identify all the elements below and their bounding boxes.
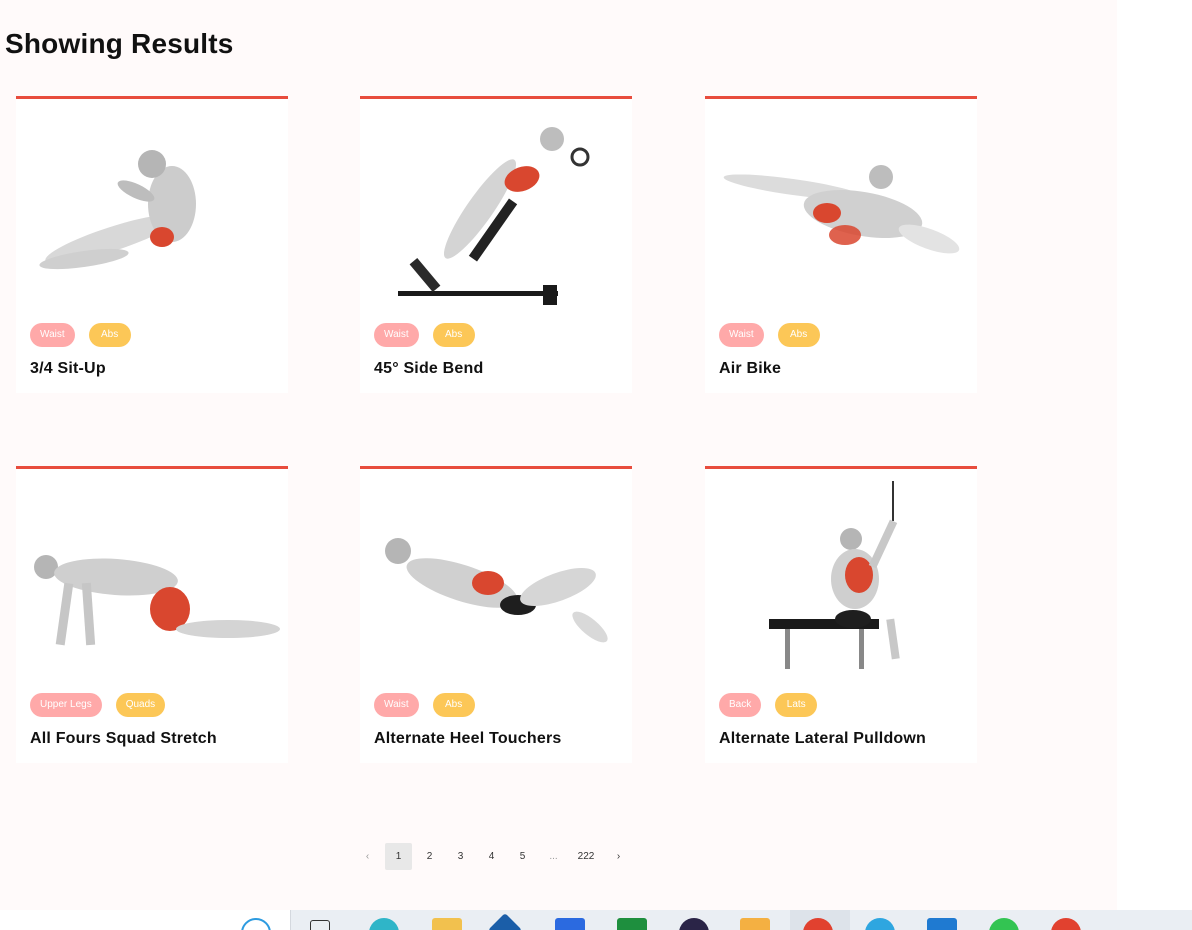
- target-muscle-badge: Abs: [777, 323, 820, 347]
- exercise-name: Alternate Heel Touchers: [374, 730, 562, 747]
- prev-page-button[interactable]: ‹: [354, 843, 381, 870]
- tag-list: Waist Abs: [374, 323, 475, 347]
- body-part-badge: Upper Legs: [30, 693, 102, 717]
- app-icon[interactable]: [740, 918, 770, 930]
- window-margin: [1117, 0, 1192, 910]
- exercise-image: [368, 479, 624, 679]
- target-muscle-badge: Lats: [775, 693, 818, 717]
- target-muscle-badge: Abs: [432, 323, 475, 347]
- page-button-3[interactable]: 3: [447, 843, 474, 870]
- page-button-1[interactable]: 1: [385, 842, 412, 870]
- tag-list: Upper Legs Quads: [30, 693, 166, 717]
- exercise-card[interactable]: Back Lats Alternate Lateral Pulldown: [705, 466, 977, 763]
- next-page-button[interactable]: ›: [605, 843, 632, 870]
- exercise-card[interactable]: Waist Abs Air Bike: [705, 96, 977, 393]
- page-button-last[interactable]: 222: [571, 843, 601, 870]
- exercise-image: [368, 109, 624, 309]
- exercise-card[interactable]: Upper Legs Quads All Fours Squad Stretch: [16, 466, 288, 763]
- app-icon[interactable]: [679, 918, 709, 930]
- exercise-name: Air Bike: [719, 360, 782, 377]
- whatsapp-icon[interactable]: [989, 918, 1019, 930]
- vscode-icon[interactable]: [927, 918, 957, 930]
- page-title: Showing Results: [5, 28, 234, 59]
- os-taskbar: [0, 910, 1192, 930]
- exercise-image: [713, 479, 969, 679]
- exercise-card[interactable]: Waist Abs 45° Side Bend: [360, 96, 632, 393]
- results-page: Showing Results Waist Abs 3/4 Sit-Up Wai…: [0, 0, 1117, 910]
- exercise-image: [24, 479, 280, 679]
- tag-list: Back Lats: [719, 693, 818, 717]
- page-button-5[interactable]: 5: [509, 843, 536, 870]
- exercise-card[interactable]: Waist Abs 3/4 Sit-Up: [16, 96, 288, 393]
- exercise-image: [24, 109, 280, 309]
- exercise-card[interactable]: Waist Abs Alternate Heel Touchers: [360, 466, 632, 763]
- exercise-name: 45° Side Bend: [374, 360, 484, 377]
- body-part-badge: Waist: [719, 323, 764, 347]
- target-muscle-badge: Quads: [115, 693, 166, 717]
- tag-list: Waist Abs: [30, 323, 131, 347]
- tag-list: Waist Abs: [374, 693, 475, 717]
- exercise-name: All Fours Squad Stretch: [30, 730, 217, 747]
- target-muscle-badge: Abs: [432, 693, 475, 717]
- exercise-name: 3/4 Sit-Up: [30, 360, 106, 377]
- body-part-badge: Waist: [374, 323, 419, 347]
- file-explorer-icon[interactable]: [432, 918, 462, 930]
- exercise-image: [713, 109, 969, 309]
- body-part-badge: Waist: [30, 323, 75, 347]
- edge-browser-icon[interactable]: [369, 918, 399, 930]
- pagination-ellipsis: ...: [549, 850, 558, 862]
- store-icon[interactable]: [488, 913, 522, 930]
- page-button-2[interactable]: 2: [416, 843, 443, 870]
- body-part-badge: Back: [719, 693, 762, 717]
- excel-icon[interactable]: [617, 918, 647, 930]
- page-button-4[interactable]: 4: [478, 843, 505, 870]
- exercise-name: Alternate Lateral Pulldown: [719, 730, 927, 747]
- target-muscle-badge: Abs: [88, 323, 131, 347]
- telegram-icon[interactable]: [865, 918, 895, 930]
- task-view-icon[interactable]: [310, 920, 330, 930]
- body-part-badge: Waist: [374, 693, 419, 717]
- tag-list: Waist Abs: [719, 323, 820, 347]
- chrome-icon[interactable]: [1051, 918, 1081, 930]
- app-icon[interactable]: [555, 918, 585, 930]
- pagination: ‹ 1 2 3 4 5 ... 222 ›: [354, 842, 636, 870]
